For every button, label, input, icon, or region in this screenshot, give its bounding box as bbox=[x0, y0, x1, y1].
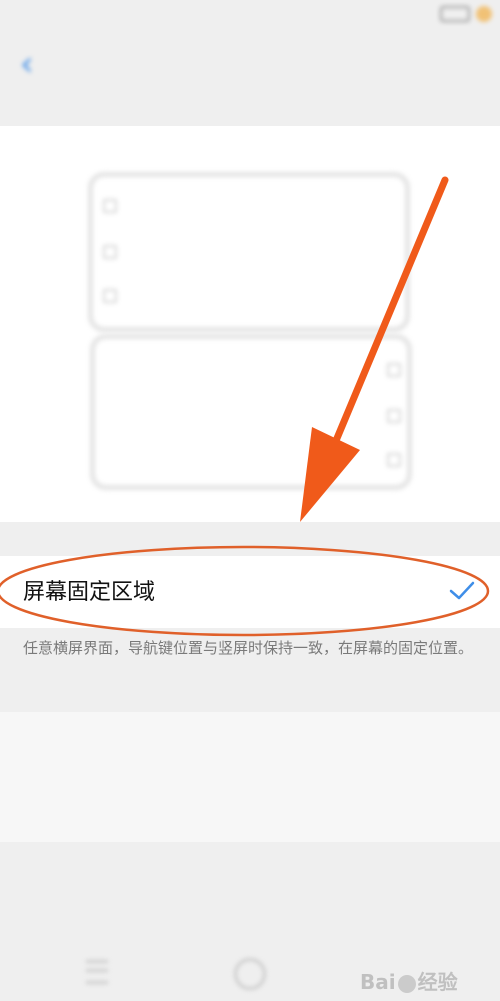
annotation-overlay bbox=[0, 176, 490, 637]
annotation-ellipse bbox=[0, 545, 490, 637]
annotation-arrowhead bbox=[300, 427, 360, 522]
baidu-watermark-logo: Bai 经验 bbox=[360, 970, 458, 994]
annotation-arrow-shaft bbox=[326, 176, 449, 459]
